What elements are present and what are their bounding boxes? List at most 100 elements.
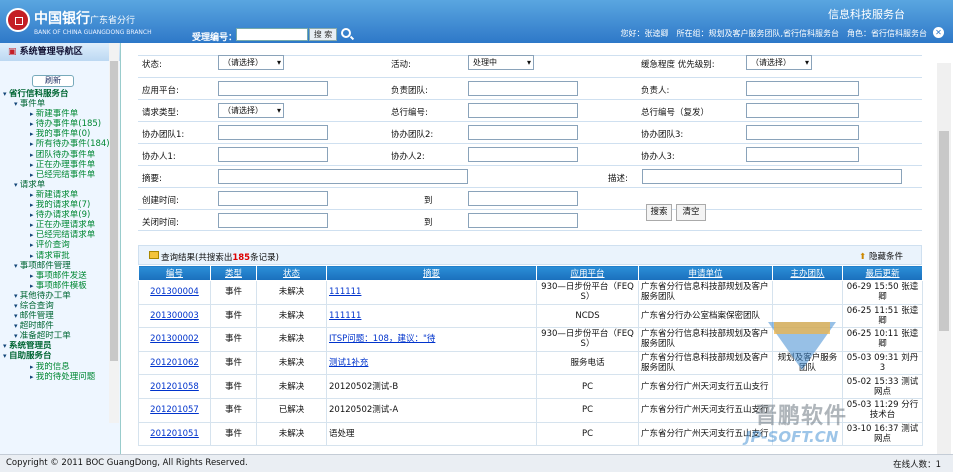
type-cell: 事件 bbox=[210, 303, 257, 329]
summary-input[interactable] bbox=[218, 169, 468, 184]
filter-row-assist-person: 协办人1: 协办人2: 协办人3: bbox=[138, 143, 922, 165]
status-select[interactable]: （请选择） bbox=[218, 55, 284, 70]
description-input[interactable] bbox=[642, 169, 902, 184]
team-input[interactable] bbox=[468, 81, 578, 96]
status-cell: 未解决 bbox=[256, 303, 327, 329]
ticket-id-link[interactable]: 201300004 bbox=[138, 280, 211, 305]
column-header[interactable]: 最后更新 bbox=[842, 265, 923, 281]
sidebar-item[interactable]: 事项邮件管理 bbox=[0, 261, 120, 271]
ticket-id-link[interactable]: 201201051 bbox=[138, 421, 211, 447]
summary-link[interactable]: 111111 bbox=[326, 303, 537, 329]
sidebar-item[interactable]: 系统管理员 bbox=[0, 341, 120, 351]
sidebar-item[interactable]: 正在办理请求单 bbox=[0, 220, 120, 230]
total-number-input[interactable] bbox=[468, 103, 578, 118]
created-to-input[interactable] bbox=[468, 191, 578, 206]
sidebar-item[interactable]: 省行信科服务台 bbox=[0, 89, 120, 99]
sidebar-item[interactable]: 综合查询 bbox=[0, 301, 120, 311]
sidebar-item[interactable]: 所有待办事件(184) bbox=[0, 139, 120, 149]
assist-person1-input[interactable] bbox=[218, 147, 328, 162]
clear-button[interactable]: 清空 bbox=[676, 204, 706, 221]
sidebar-item[interactable]: 其他待办工单 bbox=[0, 291, 120, 301]
ticket-id-link[interactable]: 201201062 bbox=[138, 350, 211, 376]
assist-person1-label: 协办人1: bbox=[142, 152, 176, 162]
updated-cell: 05-02 15:33 测试网点 bbox=[842, 374, 923, 399]
sidebar-item[interactable]: 请求审批 bbox=[0, 251, 120, 261]
sidebar-item[interactable]: 事件单 bbox=[0, 99, 120, 109]
sidebar-item[interactable]: 请求单 bbox=[0, 180, 120, 190]
column-header[interactable]: 摘要 bbox=[326, 265, 537, 281]
app-title: 信息科技服务台 bbox=[828, 8, 905, 21]
ticket-id-link[interactable]: 201201057 bbox=[138, 397, 211, 423]
filter-row-summary: 摘要: 描述: bbox=[138, 165, 922, 187]
closed-from-input[interactable] bbox=[218, 213, 328, 228]
close-icon[interactable]: ✕ bbox=[933, 27, 944, 38]
column-header[interactable]: 编号 bbox=[138, 265, 211, 281]
assist-person2-input[interactable] bbox=[468, 147, 578, 162]
ticket-id-link[interactable]: 201300003 bbox=[138, 303, 211, 329]
closed-to-input[interactable] bbox=[468, 213, 578, 228]
column-header[interactable]: 类型 bbox=[210, 265, 257, 281]
sidebar-item[interactable]: 新建请求单 bbox=[0, 190, 120, 200]
sidebar-item[interactable]: 超时邮件 bbox=[0, 321, 120, 331]
sidebar-item[interactable]: 邮件管理 bbox=[0, 311, 120, 321]
sidebar-item[interactable]: 评价查询 bbox=[0, 240, 120, 250]
sidebar-item[interactable]: 我的待处理问题 bbox=[0, 372, 120, 382]
assist-team3-input[interactable] bbox=[746, 125, 859, 140]
sidebar-item[interactable]: 团队待办事件单 bbox=[0, 150, 120, 160]
assist-team2-input[interactable] bbox=[468, 125, 578, 140]
sidebar-item[interactable]: 正在办理事件单 bbox=[0, 160, 120, 170]
total-number-repeat-input[interactable] bbox=[746, 103, 859, 118]
platform-input[interactable] bbox=[218, 81, 328, 96]
updated-cell: 03-10 16:37 测试网点 bbox=[842, 421, 923, 447]
refresh-button[interactable]: 刷新 bbox=[32, 75, 74, 87]
sidebar-item[interactable]: 已经完结事件单 bbox=[0, 170, 120, 180]
sidebar-item[interactable]: 我的事件单(0) bbox=[0, 129, 120, 139]
sidebar-item[interactable]: 自助服务台 bbox=[0, 351, 120, 361]
summary-link[interactable]: ITSP问题：108，建议："待 bbox=[326, 327, 537, 352]
header-search-button[interactable]: 搜 索 bbox=[309, 28, 337, 41]
main-scrollbar[interactable] bbox=[937, 63, 951, 455]
nav-tree: 省行信科服务台事件单新建事件单待办事件单(185)我的事件单(0)所有待办事件(… bbox=[0, 89, 120, 382]
status-cell: 未解决 bbox=[256, 280, 327, 305]
bank-name-en: BANK OF CHINA GUANGDONG BRANCH bbox=[34, 29, 152, 36]
sidebar-scrollbar[interactable] bbox=[109, 43, 119, 423]
assist-team3-label: 协办团队3: bbox=[641, 130, 684, 140]
ticket-id-link[interactable]: 201201058 bbox=[138, 374, 211, 399]
column-header[interactable]: 状态 bbox=[256, 265, 327, 281]
sidebar-item[interactable]: 事项邮件模板 bbox=[0, 281, 120, 291]
sidebar-item[interactable]: 我的信息 bbox=[0, 362, 120, 372]
request-type-select[interactable]: （请选择） bbox=[218, 103, 284, 118]
sidebar-item[interactable]: 准备超时工单 bbox=[0, 331, 120, 341]
sidebar-item[interactable]: 待办请求单(9) bbox=[0, 210, 120, 220]
summary-link[interactable]: 20120502测试-B bbox=[326, 374, 537, 399]
summary-link[interactable]: 语处理 bbox=[326, 421, 537, 447]
table-row[interactable]: 201201058 事件 未解决 20120502测试-B PC 广东省分行广州天河支行五… bbox=[138, 374, 923, 399]
ticket-number-input[interactable] bbox=[236, 28, 308, 41]
sidebar-item[interactable]: 已经完结请求单 bbox=[0, 230, 120, 240]
created-from-input[interactable] bbox=[218, 191, 328, 206]
column-header[interactable]: 应用平台 bbox=[536, 265, 639, 281]
platform-cell: 930—日步份平台（FEQ S） bbox=[536, 327, 639, 352]
ticket-id-link[interactable]: 201300002 bbox=[138, 327, 211, 352]
priority-select[interactable]: （请选择） bbox=[746, 55, 812, 70]
hide-conditions-button[interactable]: 隐藏条件 bbox=[859, 250, 903, 262]
assist-person3-input[interactable] bbox=[746, 147, 859, 162]
sidebar-item[interactable]: 待办事件单(185) bbox=[0, 119, 120, 129]
sidebar-item[interactable]: 事项邮件发送 bbox=[0, 271, 120, 281]
column-header[interactable]: 申请单位 bbox=[638, 265, 773, 281]
summary-link[interactable]: 111111 bbox=[326, 280, 537, 305]
sidebar-item[interactable]: 新建事件单 bbox=[0, 109, 120, 119]
column-header[interactable]: 主办团队 bbox=[772, 265, 843, 281]
activity-select[interactable]: 处理中 bbox=[468, 55, 534, 70]
table-row[interactable]: 201300004 事件 未解决 111111 930—日步份平台（FEQ S） 广东省分… bbox=[138, 280, 923, 305]
platform-label: 应用平台: bbox=[142, 86, 179, 96]
magnifier-icon[interactable] bbox=[341, 28, 351, 38]
owner-input[interactable] bbox=[746, 81, 859, 96]
status-label: 状态: bbox=[142, 60, 162, 70]
assist-team1-input[interactable] bbox=[218, 125, 328, 140]
summary-link[interactable]: 20120502测试-A bbox=[326, 397, 537, 423]
summary-link[interactable]: 测试1补充 bbox=[326, 350, 537, 376]
copyright: Copyright © 2011 BOC GuangDong, All Righ… bbox=[6, 458, 248, 468]
search-button[interactable]: 搜索 bbox=[646, 204, 672, 221]
sidebar-item[interactable]: 我的请求单(7) bbox=[0, 200, 120, 210]
